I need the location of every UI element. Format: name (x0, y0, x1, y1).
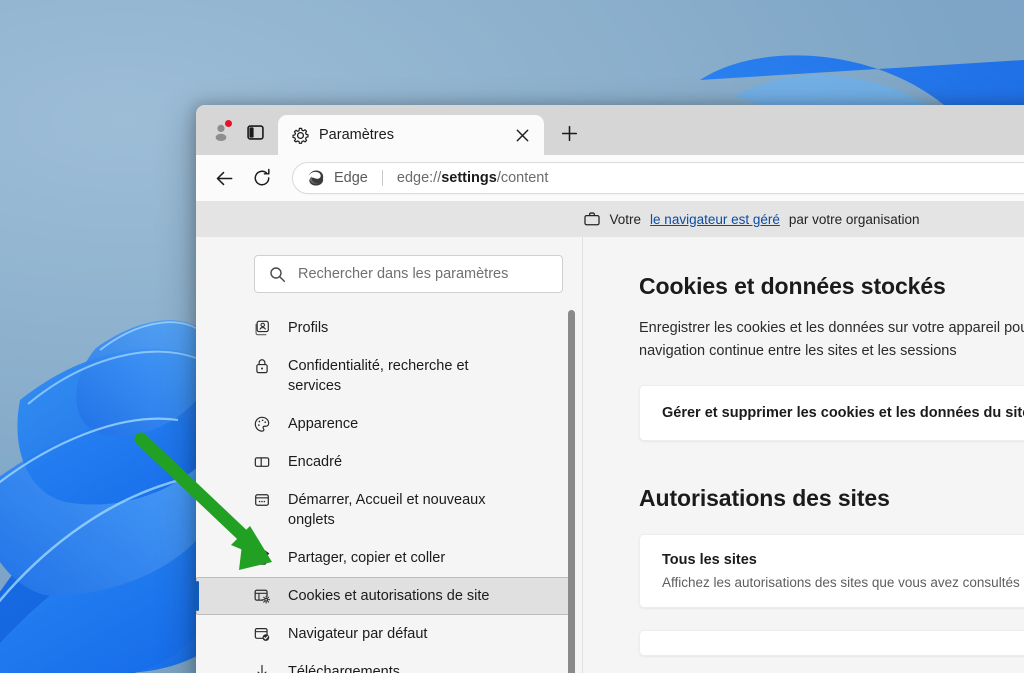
sidebar-item-telechargements[interactable]: Téléchargements (196, 653, 583, 673)
info-bar-text-after: par votre organisation (788, 211, 920, 227)
settings-body: Rechercher dans les paramètres Profils C… (196, 237, 1024, 673)
sidebar-item-label: Cookies et autorisations de site (288, 588, 490, 604)
card-gerer-supprimer-cookies[interactable]: Gérer et supprimer les cookies et les do… (639, 385, 1024, 441)
address-separator (381, 170, 383, 186)
sidebar-item-apparence[interactable]: Apparence (196, 405, 583, 443)
settings-sidebar: Rechercher dans les paramètres Profils C… (196, 237, 583, 673)
sidebar-item-demarrer-accueil-onglets[interactable]: Démarrer, Accueil et nouveaux onglets (196, 481, 583, 539)
url-suffix: /content (496, 170, 549, 186)
reload-button[interactable] (244, 160, 280, 196)
sidebar-scrollbar-thumb[interactable] (568, 310, 575, 673)
default-browser-check-icon (252, 624, 272, 643)
card-subtitle: Affichez les autorisations des sites que… (662, 575, 1020, 590)
card-title: Gérer et supprimer les cookies et les do… (662, 405, 1024, 421)
sidebar-panel-icon (252, 452, 272, 471)
managed-browser-link[interactable]: le navigateur est géré (650, 212, 780, 227)
sidebar-item-label: Téléchargements (288, 664, 401, 673)
sidebar-item-label: Apparence (288, 416, 359, 432)
gear-glyph (292, 127, 309, 144)
plus-icon (561, 125, 577, 141)
url-bold-segment: settings (441, 170, 497, 186)
sidebar-item-label: Partager, copier et coller (288, 550, 446, 566)
search-input[interactable]: Rechercher dans les paramètres (254, 255, 563, 293)
sidebar-item-label: Confidentialité, recherche et services (288, 358, 469, 394)
sidebar-item-navigateur-par-defaut[interactable]: Navigateur par défaut (196, 615, 583, 653)
section-title: Cookies et données stockés (639, 273, 946, 299)
managed-browser-info-bar: Votre le navigateur est géré par votre o… (196, 201, 1024, 237)
settings-main-pane: Cookies et données stockés Enregistrer l… (583, 237, 1024, 673)
section-title: Autorisations des sites (639, 485, 890, 511)
address-brand-label: Edge (334, 170, 368, 186)
share-icon (252, 548, 272, 567)
edge-logo-glyph (308, 170, 324, 186)
sidebar-item-label: Navigateur par défaut (288, 626, 428, 642)
sidebar-item-partager-copier-coller[interactable]: Partager, copier et coller (196, 539, 583, 577)
search-glyph (270, 266, 286, 282)
section-autorisations-des-sites: Autorisations des sites Tous les sites A… (639, 485, 1024, 656)
browser-toolbar: Edge edge://settings/content (196, 155, 1024, 201)
split-screen-icon[interactable] (238, 115, 272, 149)
gear-icon (292, 127, 309, 144)
split-screen-glyph (246, 124, 264, 140)
sidebar-item-label: Démarrer, Accueil et nouveaux onglets (288, 492, 486, 528)
lock-icon (252, 356, 272, 375)
account-avatar-icon[interactable] (204, 115, 238, 149)
settings-nav-list: Profils Confidentialité, recherche et se… (196, 309, 583, 673)
card-next-partial[interactable] (639, 630, 1024, 656)
sidebar-item-label: Encadré (288, 454, 343, 470)
browser-window-dots-icon (252, 490, 272, 509)
tab-strip: Paramètres (196, 105, 1024, 155)
sidebar-item-confidentialite[interactable]: Confidentialité, recherche et services (196, 347, 583, 405)
arrow-left-icon (216, 171, 232, 185)
sidebar-item-profils[interactable]: Profils (196, 309, 583, 347)
notification-dot (224, 119, 233, 128)
section-cookies-et-donnees: Cookies et données stockés Enregistrer l… (639, 273, 1024, 441)
search-placeholder: Rechercher dans les paramètres (298, 266, 509, 282)
browser-window: Paramètres Edge edge://settings/content … (196, 105, 1024, 673)
sidebar-item-cookies-et-autorisations-de-site[interactable]: Cookies et autorisations de site (196, 577, 573, 615)
url-prefix: edge:// (396, 170, 442, 186)
tab-parametres[interactable]: Paramètres (278, 115, 544, 155)
palette-icon (252, 414, 272, 433)
address-url: edge://settings/content (397, 170, 549, 186)
edge-logo-icon (307, 169, 325, 187)
download-arrow-icon (252, 662, 272, 673)
refresh-icon (254, 168, 270, 186)
info-bar-text-before: Votre (609, 211, 642, 227)
briefcase-icon (583, 210, 601, 228)
card-title: Tous les sites (662, 552, 757, 568)
close-glyph (516, 129, 528, 141)
new-tab-button[interactable] (552, 116, 586, 150)
sidebar-scrollbar[interactable] (568, 237, 575, 673)
cookie-settings-icon (252, 586, 272, 605)
profile-cards-icon (252, 318, 272, 337)
search-icon (269, 266, 286, 283)
briefcase-glyph (583, 212, 600, 226)
section-description: Enregistrer les cookies et les données s… (639, 320, 1024, 359)
address-bar[interactable]: Edge edge://settings/content (292, 162, 1024, 194)
tab-title: Paramètres (319, 127, 394, 143)
back-button[interactable] (206, 160, 242, 196)
sidebar-item-encadre[interactable]: Encadré (196, 443, 583, 481)
close-icon[interactable] (510, 123, 534, 147)
sidebar-item-label: Profils (288, 320, 329, 336)
card-tous-les-sites[interactable]: Tous les sites Affichez les autorisation… (639, 534, 1024, 608)
